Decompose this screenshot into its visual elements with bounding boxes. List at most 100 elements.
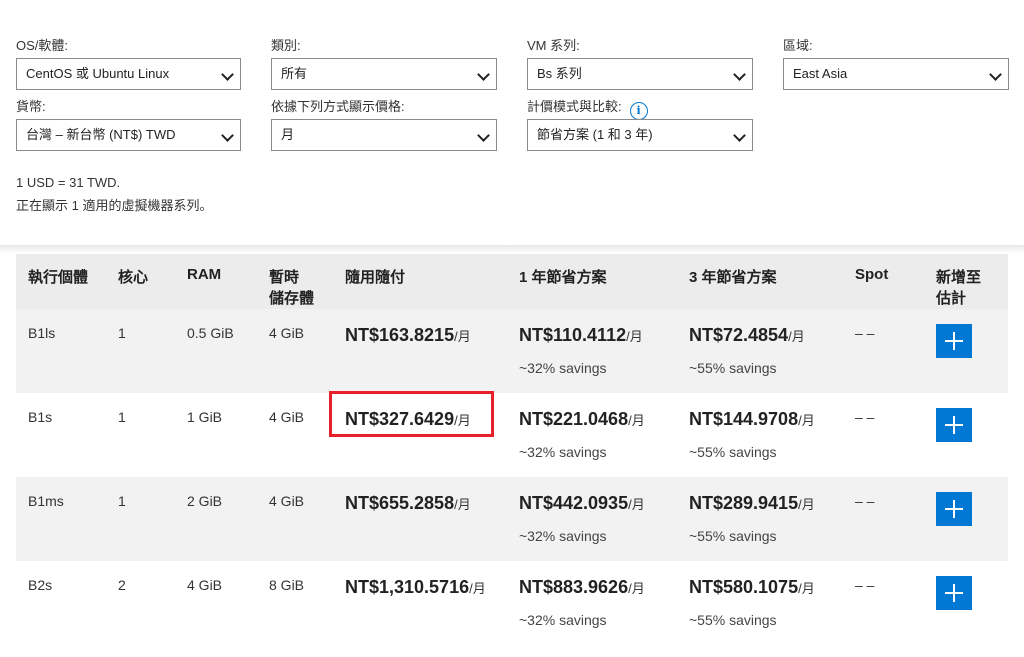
os-label: OS/軟體: — [16, 38, 69, 53]
region-filter: 區域: East Asia — [783, 37, 1009, 90]
currency-select[interactable]: 台灣 – 新台幣 (NT$) TWD — [16, 119, 241, 151]
os-select[interactable]: CentOS 或 Ubuntu Linux — [16, 58, 241, 90]
cell-spot: – – — [843, 477, 924, 561]
three-year-price: NT$144.9708/月 — [689, 409, 843, 430]
cell-ram: 2 GiB — [175, 477, 257, 561]
price-value: NT$221.0468 — [519, 409, 629, 429]
three-year-price: NT$580.1075/月 — [689, 577, 843, 598]
three-year-savings: ~55% savings — [689, 528, 777, 544]
price-value: NT$144.9708 — [689, 409, 799, 429]
display-price-select[interactable]: 月 — [271, 119, 497, 151]
one-year-savings: ~32% savings — [519, 612, 607, 628]
cell-payg: NT$327.6429/月 — [329, 391, 507, 477]
cell-instance: B1ls — [16, 309, 106, 393]
pricing-model-select-value: 節省方案 (1 和 3 年) — [537, 127, 653, 142]
cell-one-year: NT$442.0935/月 ~32% savings — [507, 477, 677, 561]
header-three-year: 3 年節省方案 — [677, 254, 843, 309]
category-filter: 類別: 所有 — [271, 37, 497, 90]
payg-price-highlighted: NT$327.6429/月 — [329, 391, 494, 437]
three-year-price: NT$72.4854/月 — [689, 325, 843, 346]
pricing-model-select[interactable]: 節省方案 (1 和 3 年) — [527, 119, 753, 151]
filters-panel: OS/軟體: CentOS 或 Ubuntu Linux 類別: 所有 VM 系… — [0, 0, 1024, 246]
add-to-estimate-button[interactable] — [936, 492, 972, 526]
chevron-down-icon — [733, 68, 746, 81]
header-temp-storage-line2: 儲存體 — [269, 290, 315, 307]
vm-series-filter: VM 系列: Bs 系列 — [527, 37, 753, 90]
cell-three-year: NT$72.4854/月 ~55% savings — [677, 309, 843, 393]
cell-payg: NT$163.8215/月 — [333, 309, 507, 393]
header-payg: 隨用隨付 — [333, 254, 507, 309]
payg-price: NT$163.8215/月 — [345, 325, 471, 345]
header-cores: 核心 — [106, 254, 175, 309]
cell-add — [924, 309, 1008, 393]
cell-one-year: NT$110.4112/月 ~32% savings — [507, 309, 677, 393]
series-count-note: 正在顯示 1 適用的虛擬機器系列。 — [16, 198, 213, 213]
highlight-box — [329, 391, 494, 437]
cell-one-year: NT$221.0468/月 ~32% savings — [507, 393, 677, 477]
one-year-savings: ~32% savings — [519, 444, 607, 460]
price-unit: /月 — [788, 329, 805, 344]
cell-ram: 1 GiB — [175, 393, 257, 477]
vm-series-select[interactable]: Bs 系列 — [527, 58, 753, 90]
cell-instance: B1s — [16, 393, 106, 477]
cell-storage: 4 GiB — [257, 309, 333, 393]
cell-three-year: NT$144.9708/月 ~55% savings — [677, 393, 843, 477]
table-header-row: 執行個體 核心 RAM 暫時 儲存體 隨用隨付 1 年節省方案 3 年節省方案 S… — [16, 254, 1008, 309]
pricing-model-label: 計價模式與比較: i — [527, 98, 753, 120]
vm-series-label: VM 系列: — [527, 38, 580, 53]
plus-icon-vertical — [953, 416, 955, 434]
one-year-price: NT$110.4112/月 — [519, 325, 677, 346]
cell-spot: – – — [843, 561, 924, 645]
price-value: NT$655.2858 — [345, 493, 455, 513]
category-label: 類別: — [271, 38, 301, 53]
cell-cores: 1 — [106, 393, 175, 477]
category-select[interactable]: 所有 — [271, 58, 497, 90]
cell-cores: 2 — [106, 561, 175, 645]
price-unit: /月 — [628, 413, 645, 428]
chevron-down-icon — [733, 129, 746, 142]
price-unit: /月 — [798, 497, 815, 512]
cell-storage: 4 GiB — [257, 393, 333, 477]
os-select-value: CentOS 或 Ubuntu Linux — [26, 66, 170, 81]
cell-instance: B2s — [16, 561, 106, 645]
vm-series-select-value: Bs 系列 — [537, 66, 582, 81]
region-select-value: East Asia — [793, 66, 848, 81]
display-price-filter: 依據下列方式顯示價格: 月 — [271, 98, 497, 151]
price-value: NT$289.9415 — [689, 493, 799, 513]
cell-storage: 4 GiB — [257, 477, 333, 561]
pricing-model-filter: 計價模式與比較: i 節省方案 (1 和 3 年) — [527, 98, 753, 151]
three-year-savings: ~55% savings — [689, 612, 777, 628]
plus-icon-vertical — [953, 332, 955, 350]
price-unit: /月 — [626, 329, 643, 344]
region-select[interactable]: East Asia — [783, 58, 1009, 90]
header-ram: RAM — [175, 254, 257, 309]
header-instance: 執行個體 — [16, 254, 106, 309]
plus-icon-vertical — [953, 500, 955, 518]
header-temp-storage-line1: 暫時 — [269, 269, 300, 286]
one-year-price: NT$883.9626/月 — [519, 577, 677, 598]
price-unit: /月 — [628, 497, 645, 512]
cell-instance: B1ms — [16, 477, 106, 561]
table-row: B1ls 1 0.5 GiB 4 GiB NT$163.8215/月 NT$11… — [16, 309, 1008, 393]
price-value: NT$163.8215 — [345, 325, 455, 345]
add-to-estimate-button[interactable] — [936, 408, 972, 442]
chevron-down-icon — [221, 68, 234, 81]
add-to-estimate-button[interactable] — [936, 324, 972, 358]
three-year-savings: ~55% savings — [689, 360, 777, 376]
chevron-down-icon — [989, 68, 1002, 81]
price-unit: /月 — [628, 581, 645, 596]
add-to-estimate-button[interactable] — [936, 576, 972, 610]
cell-storage: 8 GiB — [257, 561, 333, 645]
price-unit: /月 — [798, 581, 815, 596]
category-select-value: 所有 — [281, 66, 308, 81]
three-year-price: NT$289.9415/月 — [689, 493, 843, 514]
cell-cores: 1 — [106, 477, 175, 561]
info-icon[interactable]: i — [629, 102, 648, 120]
section-divider — [0, 245, 1024, 253]
table-row: B1ms 1 2 GiB 4 GiB NT$655.2858/月 NT$442.… — [16, 477, 1008, 561]
cell-ram: 0.5 GiB — [175, 309, 257, 393]
one-year-price: NT$221.0468/月 — [519, 409, 677, 430]
header-one-year: 1 年節省方案 — [507, 254, 677, 309]
region-label: 區域: — [783, 38, 813, 53]
plus-icon-vertical — [953, 584, 955, 602]
